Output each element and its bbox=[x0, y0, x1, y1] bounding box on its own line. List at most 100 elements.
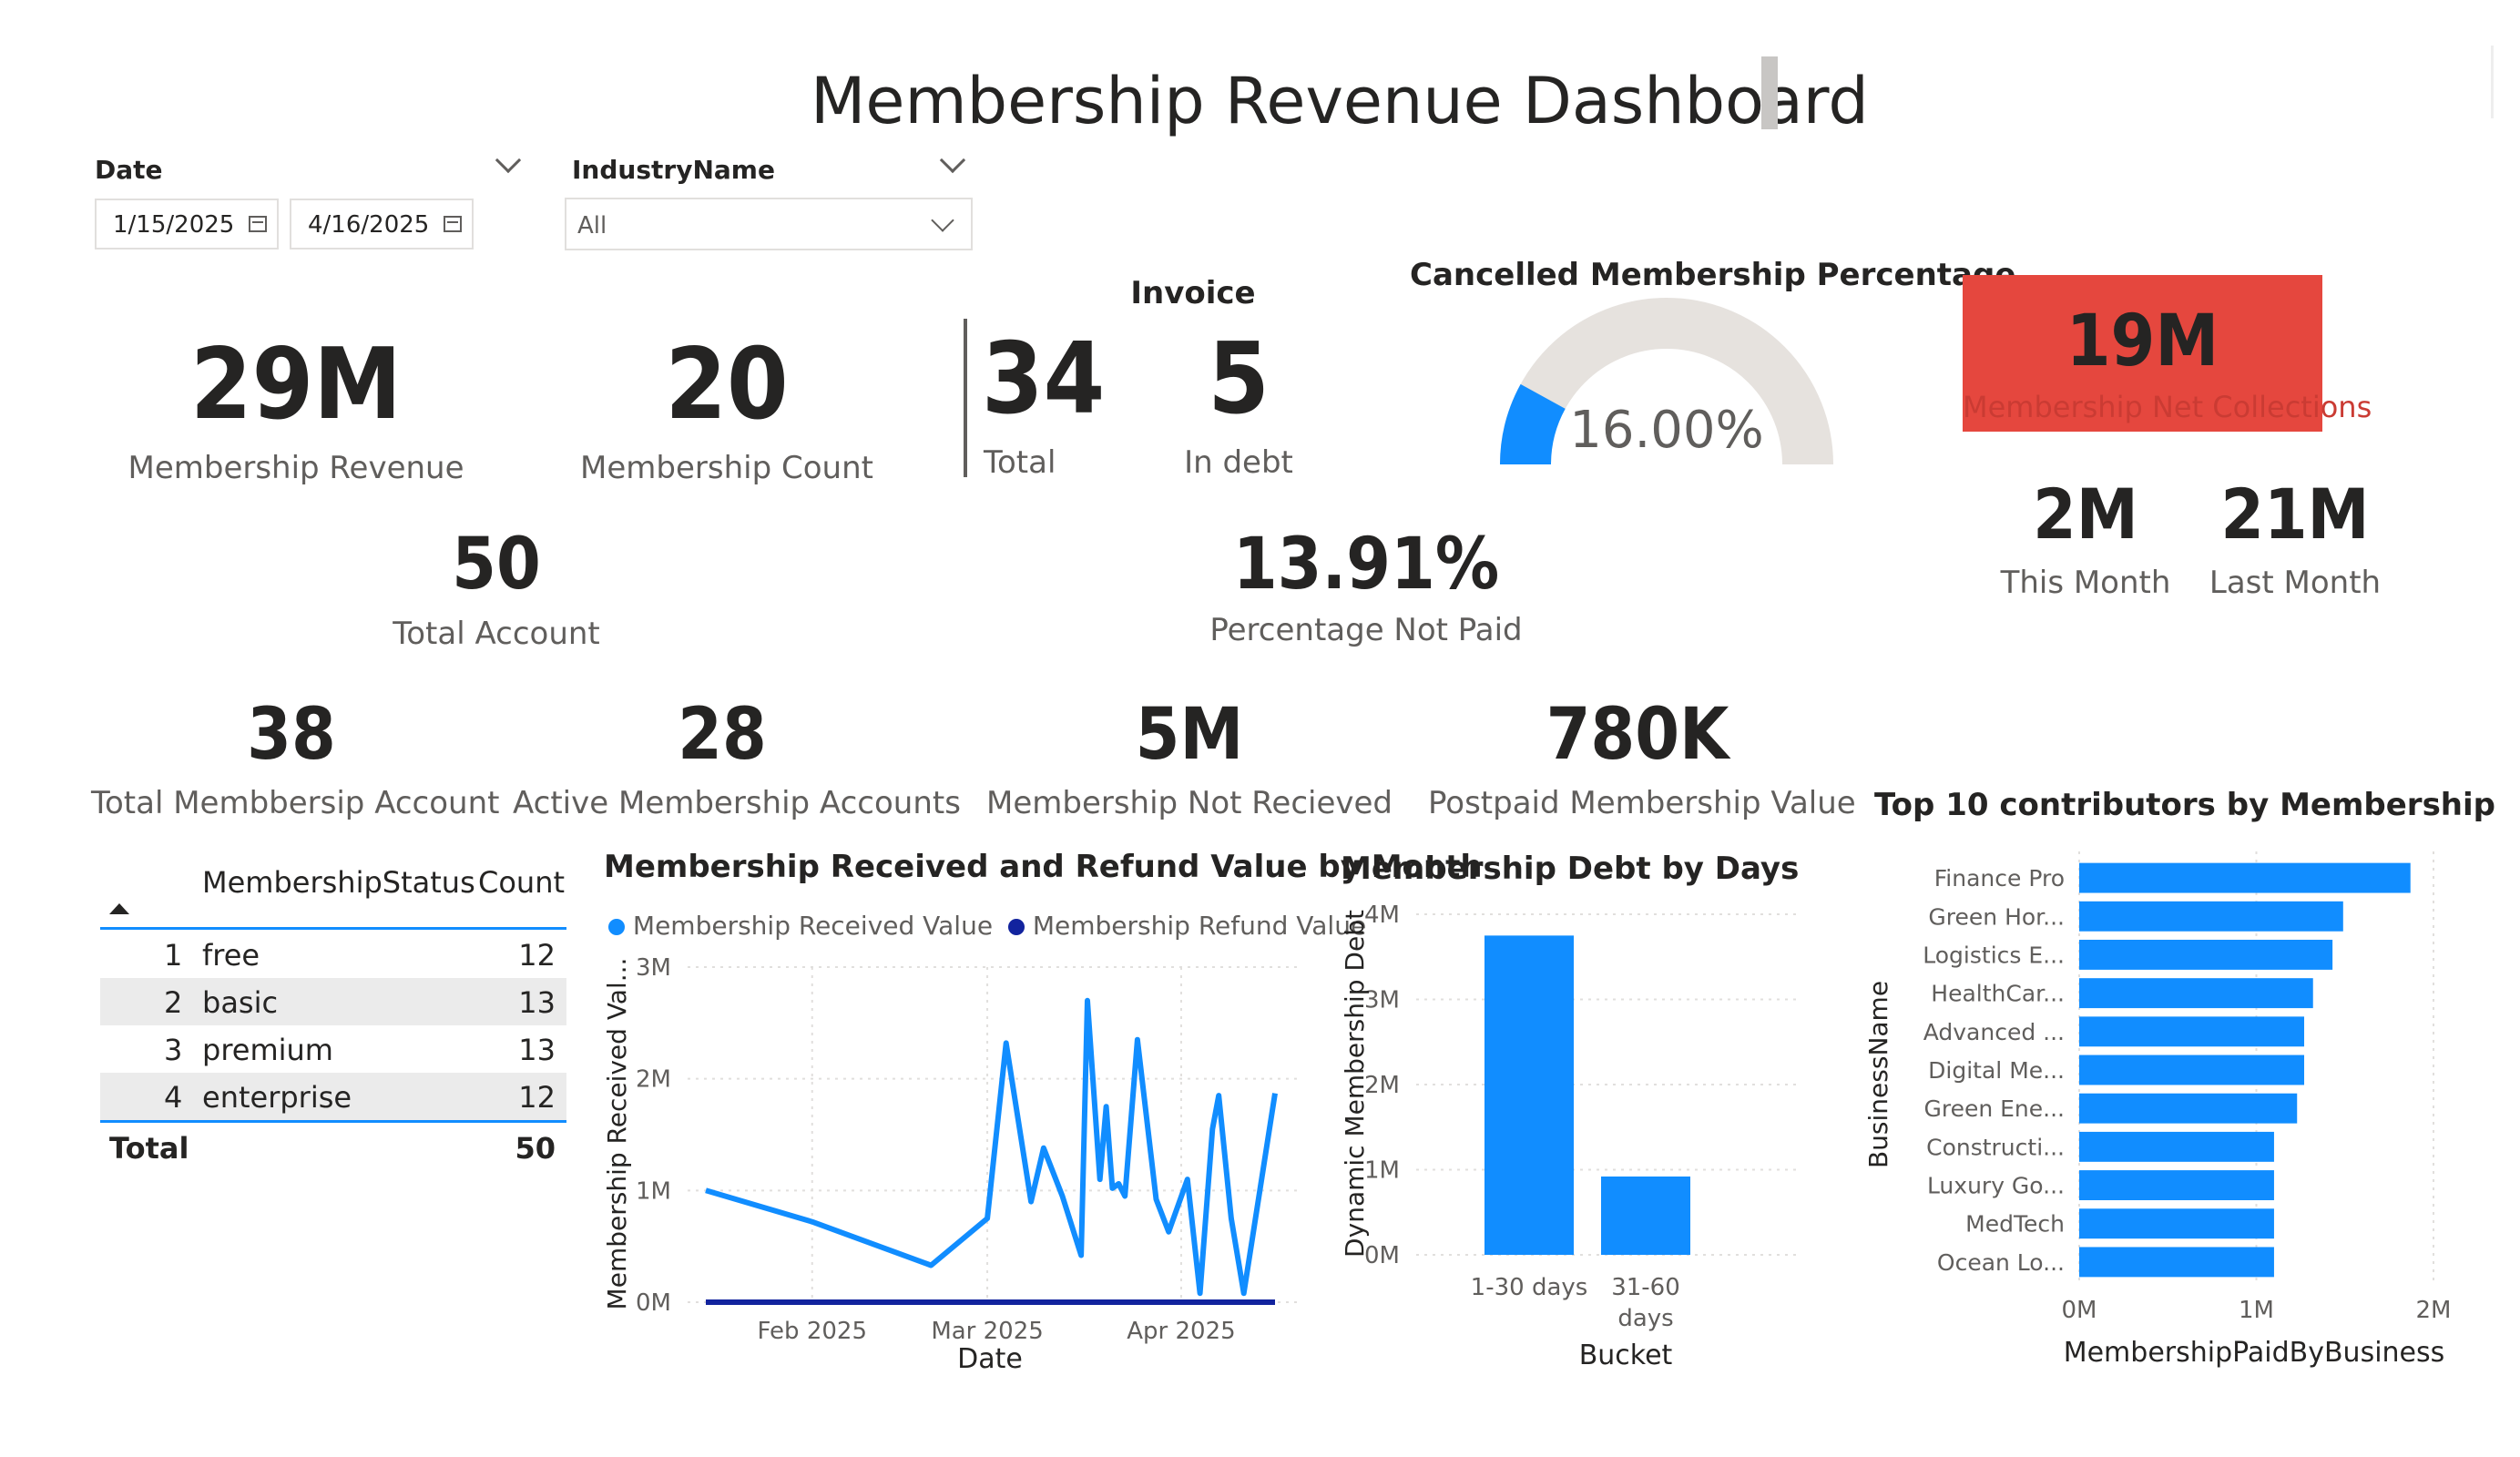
row-count: 13 bbox=[518, 1033, 556, 1067]
x-tick-label: Feb 2025 bbox=[758, 1318, 867, 1345]
industry-slicer-label: IndustryName bbox=[572, 155, 775, 185]
row-status: premium bbox=[202, 1033, 333, 1067]
bar bbox=[2079, 1093, 2298, 1124]
edge-scroll-indicator[interactable] bbox=[2491, 46, 2494, 118]
invoice-in-debt-value: 5 bbox=[1208, 322, 1270, 436]
status-table-header[interactable]: MembershipStatus Count bbox=[100, 856, 566, 927]
calendar-icon[interactable] bbox=[444, 216, 462, 232]
x-tick-label: Apr 2025 bbox=[1127, 1318, 1235, 1345]
y-tick-label: Ocean Lo... bbox=[1937, 1249, 2065, 1276]
row-index: 3 bbox=[164, 1033, 183, 1067]
y-tick-label: 1M bbox=[636, 1177, 671, 1205]
line-chart[interactable]: 0M 1M 2M 3M Feb 2025 Mar 2025 Apr 2025 Date Memb… bbox=[597, 947, 1325, 1384]
invoice-in-debt-label: In debt bbox=[1184, 444, 1293, 481]
table-row[interactable]: 3 premium 13 bbox=[100, 1025, 566, 1073]
gauge-fill bbox=[1500, 383, 1566, 465]
debt-bar-chart[interactable]: 0M1M2M3M4M1-30 days 31-60 daysBucketDynami… bbox=[1334, 892, 1844, 1384]
x-axis-title: MembershipPaidByBusiness bbox=[2064, 1337, 2445, 1369]
net-collections-label: Membership Net Collections bbox=[1963, 390, 2372, 424]
bar bbox=[2079, 1247, 2274, 1278]
active-membership-accounts-label: Active Membership Accounts bbox=[513, 785, 961, 821]
net-collections-value: 19M bbox=[2066, 301, 2219, 382]
top10-bar-chart[interactable]: 0M 1M 2M Finance Pro Green Hor... Logistics E… bbox=[1867, 833, 2505, 1384]
series-line bbox=[705, 997, 1278, 1297]
table-header-underline bbox=[100, 927, 566, 930]
total-label: Total bbox=[109, 1131, 189, 1166]
row-count: 12 bbox=[518, 1080, 556, 1115]
y-tick-label: Green Ene... bbox=[1923, 1095, 2065, 1122]
sort-asc-icon[interactable] bbox=[109, 903, 129, 914]
y-axis-title: Membership Received Val... bbox=[602, 958, 632, 1310]
y-tick-label: HealthCar... bbox=[1931, 981, 2065, 1007]
bar bbox=[1601, 1176, 1690, 1255]
date-to-value: 4/16/2025 bbox=[308, 211, 430, 239]
y-tick-label: Logistics E... bbox=[1923, 942, 2065, 968]
last-month-label: Last Month bbox=[2209, 565, 2382, 601]
chevron-down-icon[interactable] bbox=[495, 147, 522, 174]
total-membership-account-label: Total Membbersip Account bbox=[91, 785, 500, 821]
calendar-icon[interactable] bbox=[249, 216, 267, 232]
page-title: Membership Revenue Dashboard bbox=[811, 64, 1869, 138]
y-tick-label: 3M bbox=[636, 954, 671, 982]
percentage-not-paid-value: 13.91% bbox=[1232, 524, 1500, 606]
y-tick-label: Advanced ... bbox=[1923, 1019, 2065, 1045]
bar bbox=[2079, 1016, 2305, 1047]
date-to-input[interactable]: 4/16/2025 bbox=[290, 199, 474, 250]
y-axis-title: Dynamic Membership Debt bbox=[1340, 910, 1370, 1258]
row-index: 1 bbox=[164, 938, 183, 973]
row-count: 12 bbox=[518, 938, 556, 973]
count-column-header[interactable]: Count bbox=[478, 865, 565, 900]
gauge-title: Cancelled Membership Percentage bbox=[1410, 257, 2016, 293]
x-tick-label: 1-30 days bbox=[1471, 1274, 1588, 1301]
percentage-not-paid-label: Percentage Not Paid bbox=[1209, 612, 1523, 648]
page-title-wrap: Membership Revenue Dashboard bbox=[0, 53, 2520, 144]
bar bbox=[2079, 1170, 2274, 1200]
title-divider bbox=[1761, 56, 1778, 129]
date-slicer-label: Date bbox=[95, 155, 163, 185]
legend-received-label[interactable]: Membership Received Value bbox=[633, 911, 993, 941]
line-chart-legend[interactable]: Membership Received Value Membership Ref… bbox=[608, 911, 1366, 941]
membership-count-value: 20 bbox=[665, 328, 789, 442]
total-account-value: 50 bbox=[452, 524, 541, 606]
x-axis-title: Bucket bbox=[1579, 1340, 1673, 1371]
industry-dropdown[interactable]: All bbox=[565, 198, 973, 250]
total-account-label: Total Account bbox=[393, 616, 600, 652]
x-tick-label: 0M bbox=[2062, 1297, 2097, 1324]
date-from-input[interactable]: 1/15/2025 bbox=[95, 199, 279, 250]
y-tick-label: Green Hor... bbox=[1928, 903, 2065, 930]
membership-revenue-label: Membership Revenue bbox=[128, 450, 464, 486]
table-row[interactable]: 1 free 12 bbox=[100, 931, 566, 978]
bar bbox=[1484, 935, 1574, 1255]
row-index: 4 bbox=[164, 1080, 183, 1115]
bar bbox=[2079, 862, 2411, 893]
membership-revenue-value: 29M bbox=[190, 328, 402, 442]
legend-refund-marker bbox=[1007, 919, 1025, 935]
table-row[interactable]: 2 basic 13 bbox=[100, 978, 566, 1025]
invoice-divider bbox=[964, 319, 967, 477]
total-membership-account-value: 38 bbox=[247, 694, 336, 776]
table-total-row: Total 50 bbox=[100, 1124, 566, 1171]
top10-chart-title: Top 10 contributors by Membership bbox=[1874, 787, 2496, 823]
bar bbox=[2079, 940, 2333, 970]
chevron-down-icon[interactable] bbox=[931, 209, 954, 232]
legend-refund-label[interactable]: Membership Refund Value bbox=[1033, 911, 1366, 941]
y-tick-label: Finance Pro bbox=[1934, 865, 2065, 892]
total-value: 50 bbox=[515, 1131, 556, 1166]
table-row[interactable]: 4 enterprise 12 bbox=[100, 1073, 566, 1120]
row-status: free bbox=[202, 938, 260, 973]
row-index: 2 bbox=[164, 985, 183, 1020]
chevron-down-icon[interactable] bbox=[939, 147, 966, 174]
row-status: enterprise bbox=[202, 1080, 352, 1115]
invoice-title: Invoice bbox=[1130, 275, 1256, 311]
membership-not-received-label: Membership Not Recieved bbox=[985, 785, 1393, 821]
row-status: basic bbox=[202, 985, 279, 1020]
status-column-header[interactable]: MembershipStatus bbox=[202, 865, 475, 900]
membership-count-label: Membership Count bbox=[580, 450, 873, 486]
invoice-total-value: 34 bbox=[982, 322, 1106, 436]
this-month-label: This Month bbox=[2000, 565, 2171, 601]
x-tick-label: Mar 2025 bbox=[931, 1318, 1043, 1345]
invoice-total-label: Total bbox=[984, 444, 1056, 481]
y-tick-label: Luxury Go... bbox=[1927, 1173, 2065, 1199]
date-from-value: 1/15/2025 bbox=[113, 211, 235, 239]
y-tick-label: 0M bbox=[636, 1289, 671, 1317]
